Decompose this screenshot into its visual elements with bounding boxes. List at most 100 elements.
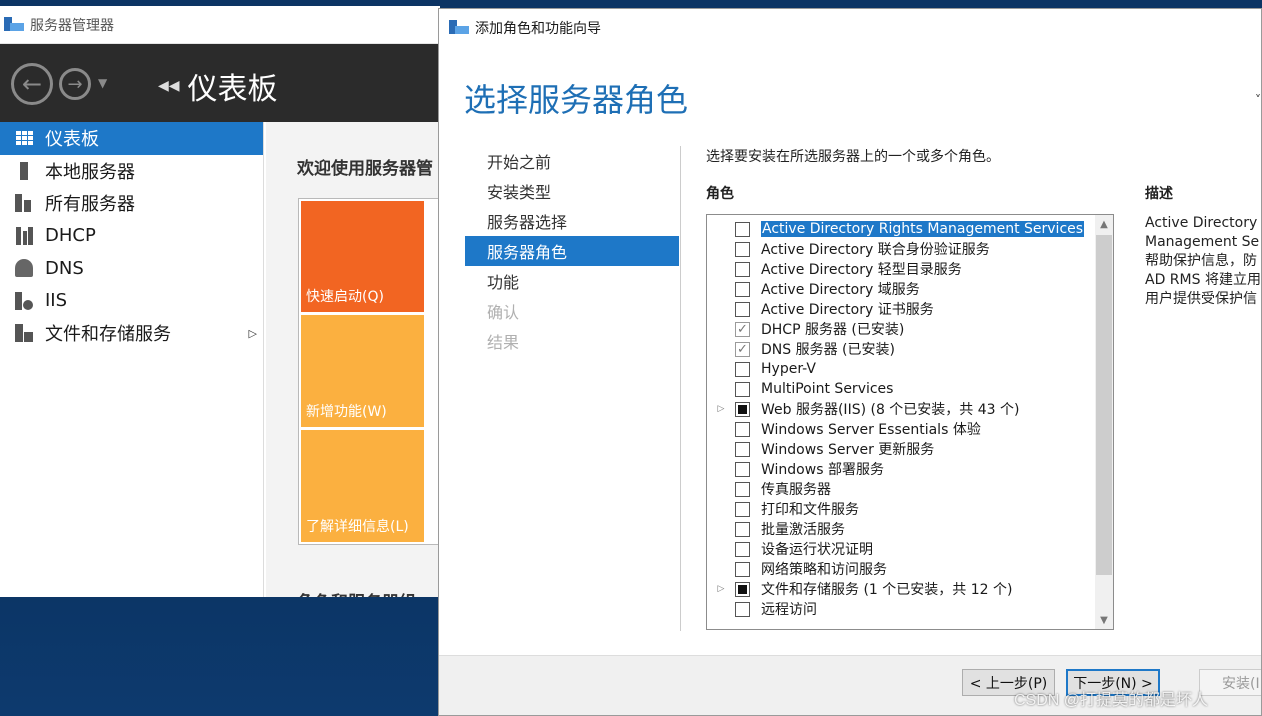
role-checkbox[interactable] [735, 401, 750, 417]
dashboard-icon [14, 128, 34, 148]
role-label: Windows Server Essentials 体验 [761, 422, 981, 438]
role-checkbox[interactable] [735, 421, 750, 437]
scrollbar-thumb[interactable] [1096, 235, 1112, 575]
role-checkbox[interactable] [735, 261, 750, 277]
expand-arrow-icon[interactable]: ▷ [707, 404, 735, 414]
steps-divider [680, 146, 681, 631]
role-label: 文件和存储服务 (1 个已安装，共 12 个) [761, 582, 1013, 598]
role-label: Active Directory 联合身份验证服务 [761, 242, 990, 258]
role-checkbox[interactable] [735, 541, 750, 557]
quick-start-tile[interactable]: 快速启动(Q) [301, 201, 424, 312]
role-item[interactable]: 传真服务器 [707, 479, 831, 499]
roles-scrollbar[interactable]: ▲ ▼ [1095, 215, 1113, 629]
sidebar-item-all-servers[interactable]: 所有服务器 [0, 187, 263, 220]
chevron-right-icon[interactable]: ▷ [249, 327, 257, 340]
step-features[interactable]: 功能 [465, 266, 679, 296]
role-item[interactable]: 远程访问 [707, 599, 817, 619]
wizard-app-icon [449, 20, 469, 36]
scroll-up-icon[interactable]: ▲ [1095, 215, 1113, 233]
step-server-roles[interactable]: 服务器角色 [465, 236, 679, 266]
scroll-down-icon[interactable]: ▼ [1095, 611, 1113, 629]
description-line: Active Directory [1145, 215, 1258, 231]
sidebar-item-dhcp[interactable]: DHCP [0, 220, 263, 253]
sidebar-item-iis[interactable]: IIS [0, 285, 263, 318]
role-item[interactable]: 网络策略和访问服务 [707, 559, 887, 579]
role-checkbox[interactable] [735, 361, 750, 377]
role-checkbox[interactable] [735, 381, 750, 397]
breadcrumb-arrows-icon[interactable]: ◀◀ [158, 78, 180, 94]
welcome-heading: 欢迎使用服务器管 [297, 159, 433, 179]
role-item[interactable]: Active Directory 域服务 [707, 279, 920, 299]
role-checkbox[interactable] [735, 461, 750, 477]
whats-new-tile[interactable]: 新增功能(W) [301, 315, 424, 427]
sidebar-item-local-server[interactable]: 本地服务器 [0, 155, 263, 188]
role-checkbox[interactable] [735, 241, 750, 257]
sidebar-item-dns[interactable]: DNS [0, 252, 263, 285]
role-label: MultiPoint Services [761, 381, 894, 397]
forward-arrow-icon[interactable]: → [59, 68, 91, 100]
role-item[interactable]: 批量激活服务 [707, 519, 845, 539]
install-button[interactable]: 安装(I [1199, 669, 1261, 696]
role-item[interactable]: MultiPoint Services [707, 379, 893, 399]
description-line: AD RMS 将建立用 [1145, 272, 1261, 288]
instruction-text: 选择要安装在所选服务器上的一个或多个角色。 [706, 149, 1000, 165]
sidebar-item-file-storage[interactable]: 文件和存储服务 ▷ [0, 317, 263, 350]
role-item[interactable]: ✓ DHCP 服务器 (已安装) [707, 319, 904, 339]
role-checkbox[interactable] [735, 281, 750, 297]
role-checkbox[interactable] [735, 561, 750, 577]
role-checkbox[interactable] [735, 481, 750, 497]
role-checkbox[interactable] [735, 521, 750, 537]
roles-list[interactable]: ▲ ▼ Active Directory Rights Management S… [706, 214, 1114, 630]
role-label: Active Directory 轻型目录服务 [761, 262, 962, 278]
sidebar-item-label: 文件和存储服务 [45, 324, 171, 346]
welcome-tiles: 快速启动(Q) 新增功能(W) 了解详细信息(L) [298, 198, 440, 545]
role-checkbox[interactable] [735, 601, 750, 617]
roles-groups-heading: 角色和服务器组 [297, 588, 416, 597]
role-item[interactable]: Hyper-V [707, 359, 816, 379]
role-label: 远程访问 [761, 602, 817, 618]
role-item[interactable]: Active Directory 证书服务 [707, 299, 934, 319]
role-checkbox[interactable] [735, 581, 750, 597]
role-checkbox[interactable] [735, 501, 750, 517]
role-item[interactable]: ✓ DNS 服务器 (已安装) [707, 339, 895, 359]
nav-dropdown-icon[interactable]: ▼ [98, 76, 107, 90]
role-item[interactable]: Active Directory 轻型目录服务 [707, 259, 962, 279]
wizard-titlebar[interactable]: 添加角色和功能向导 [439, 9, 1261, 47]
role-item[interactable]: Active Directory Rights Management Servi… [707, 219, 1085, 239]
step-installation-type[interactable]: 安装类型 [465, 176, 679, 206]
role-item[interactable]: ▷ 文件和存储服务 (1 个已安装，共 12 个) [707, 579, 1012, 599]
expand-arrow-icon[interactable]: ▷ [707, 584, 735, 594]
dhcp-icon [14, 226, 34, 246]
role-item[interactable]: 设备运行状况证明 [707, 539, 873, 559]
iis-icon [14, 291, 34, 311]
role-checkbox[interactable] [735, 221, 750, 237]
role-item[interactable]: 打印和文件服务 [707, 499, 859, 519]
role-label: 批量激活服务 [761, 522, 845, 538]
role-item[interactable]: Active Directory 联合身份验证服务 [707, 239, 990, 259]
description-line: 帮助保护信息，防 [1145, 253, 1257, 269]
role-checkbox[interactable] [735, 441, 750, 457]
step-before-you-begin[interactable]: 开始之前 [465, 146, 679, 176]
storage-icon [14, 323, 34, 343]
role-item[interactable]: ▷ Web 服务器(IIS) (8 个已安装，共 43 个) [707, 399, 1020, 419]
sidebar-item-label: 仪表板 [45, 129, 99, 151]
back-arrow-icon[interactable]: ← [11, 63, 53, 105]
description-line: 用户提供受保护信 [1145, 291, 1257, 307]
role-item[interactable]: Windows Server 更新服务 [707, 439, 934, 459]
destination-server-indicator: ˅ [1255, 93, 1261, 107]
role-label: Windows 部署服务 [761, 462, 884, 478]
sidebar-item-dashboard[interactable]: 仪表板 [0, 122, 263, 155]
role-checkbox[interactable]: ✓ [735, 321, 750, 337]
role-label: 传真服务器 [761, 482, 831, 498]
step-server-selection[interactable]: 服务器选择 [465, 206, 679, 236]
role-label: 网络策略和访问服务 [761, 562, 887, 578]
role-item[interactable]: Windows 部署服务 [707, 459, 884, 479]
server-manager-titlebar[interactable]: 服务器管理器 [0, 6, 440, 44]
role-checkbox[interactable] [735, 301, 750, 317]
role-item[interactable]: Windows Server Essentials 体验 [707, 419, 981, 439]
description-column-label: 描述 [1145, 186, 1173, 202]
role-label: Active Directory 证书服务 [761, 302, 934, 318]
role-label: DNS 服务器 (已安装) [761, 342, 895, 358]
learn-more-tile[interactable]: 了解详细信息(L) [301, 430, 424, 542]
role-checkbox[interactable]: ✓ [735, 341, 750, 357]
